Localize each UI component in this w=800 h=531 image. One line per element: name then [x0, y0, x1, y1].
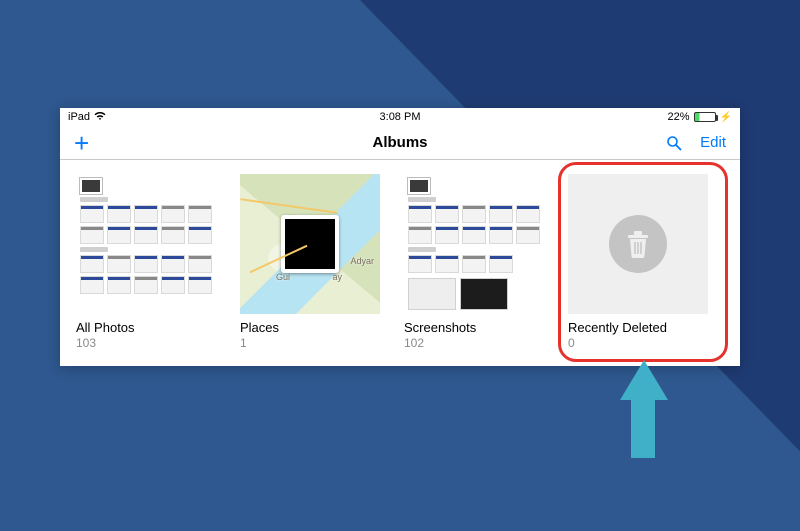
album-label: Recently Deleted — [568, 320, 708, 335]
wifi-icon — [94, 111, 106, 124]
album-thumbnail — [404, 174, 544, 314]
album-thumbnail — [76, 174, 216, 314]
search-button[interactable] — [666, 135, 682, 151]
album-all-photos[interactable]: All Photos 103 — [76, 174, 216, 350]
album-places[interactable]: Gui ay Adyar Places 1 — [240, 174, 380, 350]
album-count: 102 — [404, 336, 544, 350]
album-recently-deleted[interactable]: Recently Deleted 0 — [568, 174, 708, 350]
add-album-button[interactable]: + — [74, 130, 89, 156]
device-name: iPad — [68, 111, 90, 123]
album-count: 103 — [76, 336, 216, 350]
album-thumbnail — [568, 174, 708, 314]
album-screenshots[interactable]: Screenshots 102 — [404, 174, 544, 350]
map-label: Adyar — [350, 256, 374, 266]
map-photo-pin — [281, 215, 339, 273]
device-frame: iPad 3:08 PM 22% ⚡ + Albums Edit — [60, 108, 740, 366]
battery-icon — [694, 112, 716, 122]
album-label: Screenshots — [404, 320, 544, 335]
albums-row: All Photos 103 Gui ay Adyar Places 1 — [60, 160, 740, 366]
album-count: 0 — [568, 336, 708, 350]
status-bar: iPad 3:08 PM 22% ⚡ — [60, 108, 740, 126]
album-label: Places — [240, 320, 380, 335]
status-time: 3:08 PM — [380, 111, 421, 123]
map-label: Gui — [276, 272, 290, 282]
page-title: Albums — [372, 134, 427, 151]
album-count: 1 — [240, 336, 380, 350]
album-label: All Photos — [76, 320, 216, 335]
edit-button[interactable]: Edit — [700, 134, 726, 151]
album-thumbnail: Gui ay Adyar — [240, 174, 380, 314]
charging-icon: ⚡ — [720, 112, 732, 123]
nav-bar: + Albums Edit — [60, 126, 740, 160]
battery-percent: 22% — [668, 111, 690, 123]
trash-icon — [609, 215, 667, 273]
map-label: ay — [332, 272, 342, 282]
